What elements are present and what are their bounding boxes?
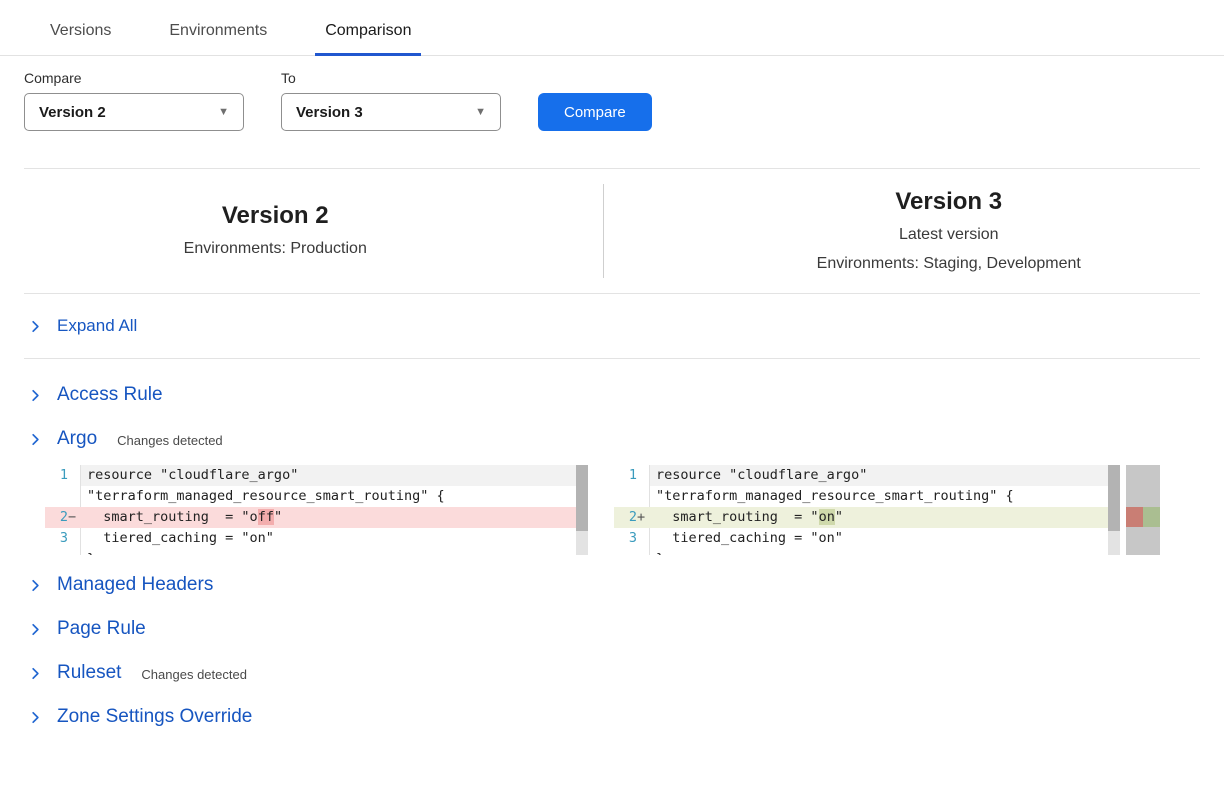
expand-all-label: Expand All bbox=[57, 316, 137, 336]
minimap-deletion-marker bbox=[1126, 507, 1143, 527]
insertion-sign: + bbox=[637, 507, 647, 528]
scrollbar-thumb[interactable] bbox=[576, 465, 588, 531]
line-number: 3 bbox=[60, 528, 68, 549]
chevron-right-icon bbox=[28, 388, 43, 403]
code-line-inserted: 2+ smart_routing = "on" bbox=[614, 507, 1108, 528]
code-line: 1 resource "cloudflare_argo" bbox=[45, 465, 588, 486]
chevron-right-icon bbox=[28, 622, 43, 637]
diff-panel-new[interactable]: 1 resource "cloudflare_argo" "terraform_… bbox=[614, 465, 1160, 555]
compare-form: Compare Version 2 ▼ To Version 3 ▼ Compa… bbox=[0, 56, 1224, 131]
inline-deletion-highlight: ff bbox=[258, 509, 274, 525]
code-text: resource "cloudflare_argo" bbox=[81, 465, 588, 486]
minimap-insertion-marker bbox=[1143, 507, 1160, 527]
version-right-environments: Environments: Staging, Development bbox=[674, 252, 1224, 275]
section-title: Ruleset bbox=[57, 662, 121, 684]
chevron-right-icon bbox=[28, 432, 43, 447]
section-managed-headers[interactable]: Managed Headers bbox=[0, 563, 1224, 607]
changes-detected-badge: Changes detected bbox=[141, 664, 247, 682]
comparison-page: Versions Environments Comparison Compare… bbox=[0, 0, 1224, 788]
code-line: 1 resource "cloudflare_argo" bbox=[614, 465, 1108, 486]
section-title: Managed Headers bbox=[57, 574, 213, 596]
section-access-rule[interactable]: Access Rule bbox=[0, 373, 1224, 417]
version-headers: Version 2 Environments: Production Versi… bbox=[0, 169, 1224, 293]
line-number: 1 bbox=[60, 465, 68, 486]
compare-to-select[interactable]: Version 3 ▼ bbox=[281, 93, 501, 131]
code-line: 3 tiered_caching = "on" bbox=[614, 528, 1108, 549]
tab-bar: Versions Environments Comparison bbox=[0, 0, 1224, 56]
line-number: 2 bbox=[629, 507, 637, 528]
code-text: "terraform_managed_resource_smart_routin… bbox=[81, 486, 588, 507]
code-line-wrap: "terraform_managed_resource_smart_routin… bbox=[614, 486, 1108, 507]
code-line-clipped: } bbox=[45, 549, 588, 555]
compare-label: Compare bbox=[24, 70, 244, 86]
chevron-down-icon: ▼ bbox=[218, 106, 229, 118]
chevron-right-icon bbox=[28, 578, 43, 593]
code-text: smart_routing = "off" bbox=[81, 507, 588, 528]
chevron-right-icon bbox=[28, 319, 43, 334]
argo-diff: 1 resource "cloudflare_argo" "terraform_… bbox=[45, 465, 1224, 555]
chevron-right-icon bbox=[28, 710, 43, 725]
version-left-environments: Environments: Production bbox=[0, 237, 551, 260]
section-title: Argo bbox=[57, 428, 97, 450]
scrollbar[interactable] bbox=[1108, 465, 1120, 555]
version-left-header: Version 2 Environments: Production bbox=[0, 201, 603, 260]
tab-environments[interactable]: Environments bbox=[159, 22, 277, 55]
section-page-rule[interactable]: Page Rule bbox=[0, 607, 1224, 651]
code-text: } bbox=[650, 549, 1108, 555]
line-number: 3 bbox=[629, 528, 637, 549]
section-title: Page Rule bbox=[57, 618, 146, 640]
section-title: Zone Settings Override bbox=[57, 706, 252, 728]
code-text: } bbox=[81, 549, 588, 555]
code-text: resource "cloudflare_argo" bbox=[650, 465, 1108, 486]
compare-button[interactable]: Compare bbox=[538, 93, 652, 131]
compare-to-value: Version 3 bbox=[296, 104, 363, 121]
code-text: tiered_caching = "on" bbox=[650, 528, 1108, 549]
deletion-sign: − bbox=[68, 507, 78, 528]
code-text: smart_routing = "on" bbox=[650, 507, 1108, 528]
version-right-header: Version 3 Latest version Environments: S… bbox=[604, 187, 1224, 275]
version-right-subtitle: Latest version bbox=[674, 223, 1224, 246]
scrollbar-thumb[interactable] bbox=[1108, 465, 1120, 531]
diff-minimap[interactable] bbox=[1126, 465, 1160, 555]
section-argo[interactable]: Argo Changes detected bbox=[0, 417, 1224, 461]
code-text: "terraform_managed_resource_smart_routin… bbox=[650, 486, 1108, 507]
diff-panel-old[interactable]: 1 resource "cloudflare_argo" "terraform_… bbox=[45, 465, 588, 555]
chevron-down-icon: ▼ bbox=[475, 106, 486, 118]
tab-versions[interactable]: Versions bbox=[40, 22, 121, 55]
compare-from-value: Version 2 bbox=[39, 104, 106, 121]
line-number: 1 bbox=[629, 465, 637, 486]
changes-detected-badge: Changes detected bbox=[117, 430, 223, 448]
scrollbar[interactable] bbox=[576, 465, 588, 555]
chevron-right-icon bbox=[28, 666, 43, 681]
inline-insertion-highlight: on bbox=[819, 509, 835, 525]
tab-comparison[interactable]: Comparison bbox=[315, 22, 421, 55]
code-line-wrap: "terraform_managed_resource_smart_routin… bbox=[45, 486, 588, 507]
line-number: 2 bbox=[60, 507, 68, 528]
section-zone-settings-override[interactable]: Zone Settings Override bbox=[0, 695, 1224, 739]
version-right-title: Version 3 bbox=[674, 187, 1224, 217]
section-ruleset[interactable]: Ruleset Changes detected bbox=[0, 651, 1224, 695]
expand-all-button[interactable]: Expand All bbox=[0, 294, 1224, 358]
section-title: Access Rule bbox=[57, 384, 163, 406]
compare-from-select[interactable]: Version 2 ▼ bbox=[24, 93, 244, 131]
resource-section-list: Access Rule Argo Changes detected 1 reso… bbox=[0, 359, 1224, 739]
version-left-title: Version 2 bbox=[0, 201, 551, 231]
code-line-deleted: 2− smart_routing = "off" bbox=[45, 507, 588, 528]
code-text: tiered_caching = "on" bbox=[81, 528, 588, 549]
code-line: 3 tiered_caching = "on" bbox=[45, 528, 588, 549]
code-line-clipped: } bbox=[614, 549, 1108, 555]
to-label: To bbox=[281, 70, 501, 86]
